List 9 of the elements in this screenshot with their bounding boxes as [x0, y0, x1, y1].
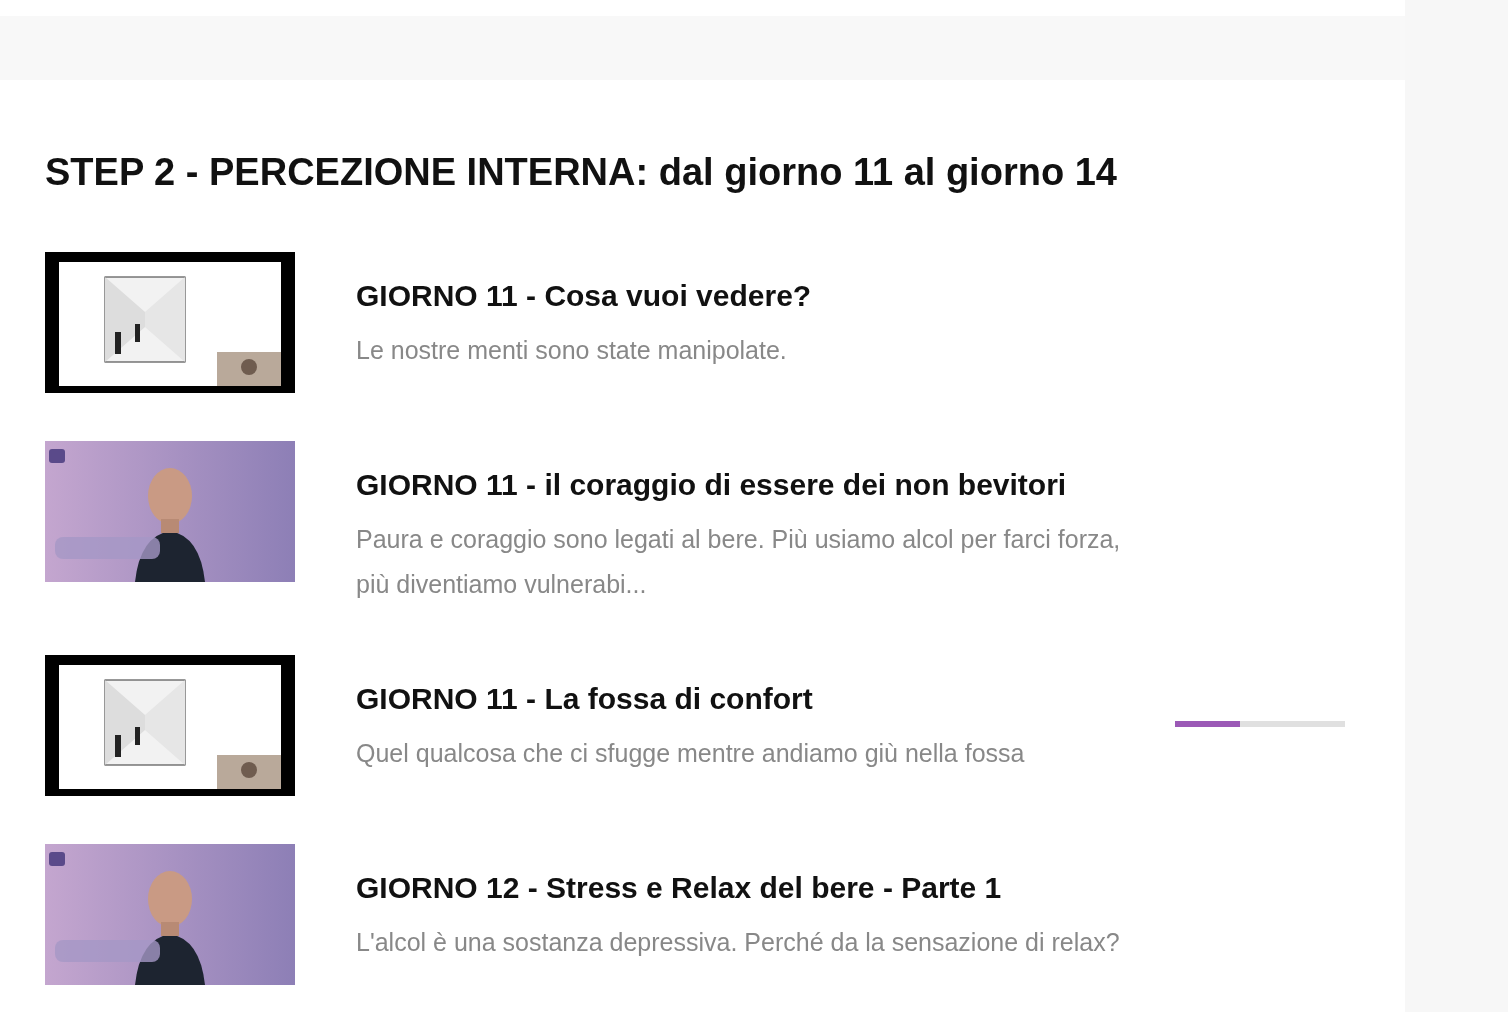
lesson-title[interactable]: GIORNO 11 - La fossa di confort: [356, 679, 1156, 719]
lesson-description: Quel qualcosa che ci sfugge mentre andiamo giù nella fossa: [356, 738, 1026, 769]
lesson-description: Paura e coraggio sono legati al bere. Più usiamo alcol per farci forza, più diventiamo vulnerabi...: [356, 524, 1122, 600]
section-title: STEP 2 - PERCEZIONE INTERNA: dal giorno 11 al giorno 14: [45, 150, 1118, 195]
lesson-title[interactable]: GIORNO 11 - Cosa vuoi vedere?: [356, 276, 1156, 316]
lesson-title[interactable]: GIORNO 12 - Stress e Relax del bere - Parte 1: [356, 868, 1156, 908]
lesson-description: L'alcol è una sostanza depressiva. Perché da la sensazione di relax?: [356, 927, 1121, 958]
lesson-description: Le nostre menti sono state manipolate.: [356, 335, 788, 366]
lesson-title[interactable]: GIORNO 11 - il coraggio di essere dei non bevitori: [356, 465, 1156, 505]
